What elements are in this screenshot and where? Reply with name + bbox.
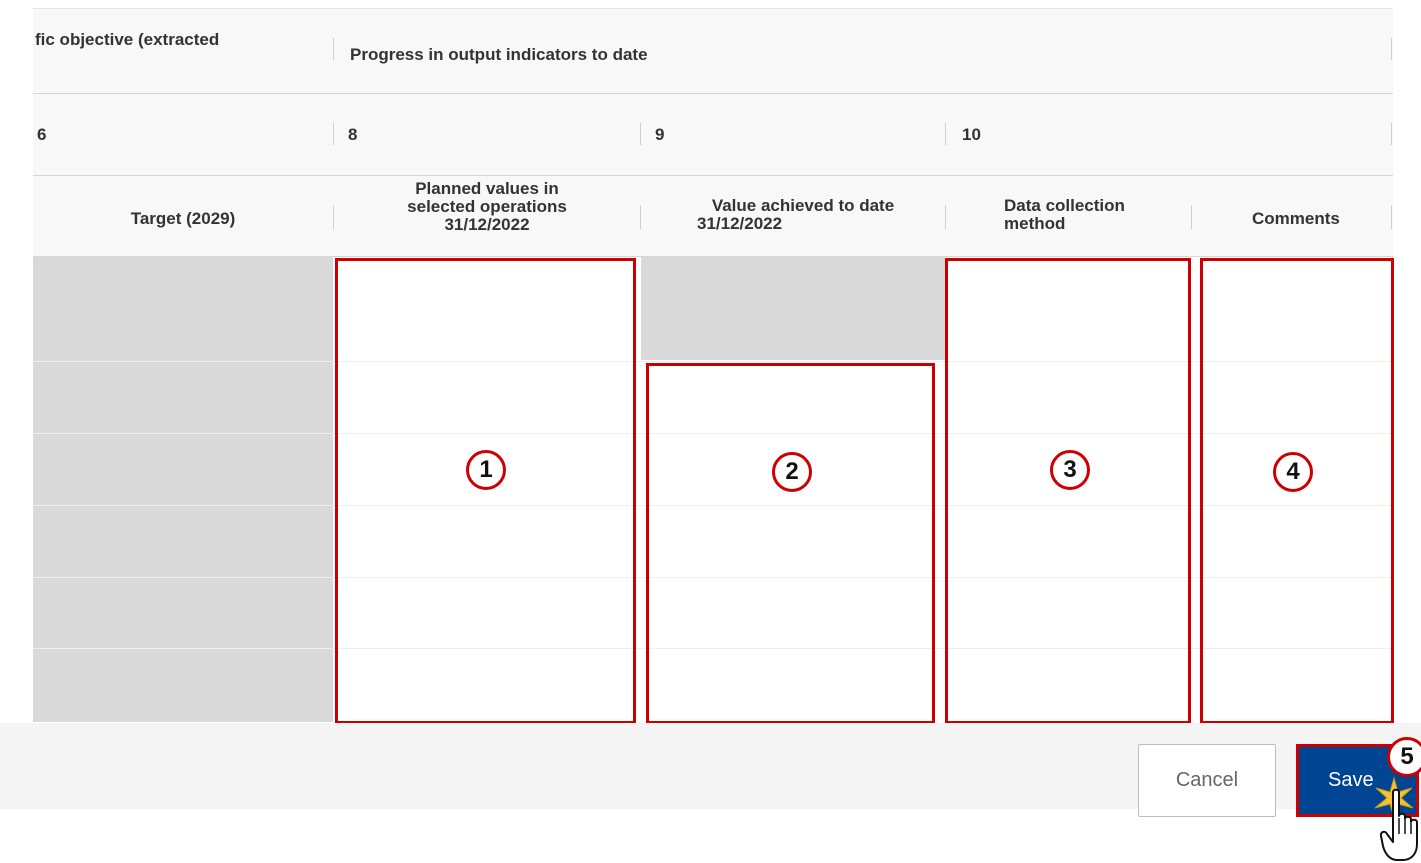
column-separator xyxy=(333,123,334,145)
column-separator xyxy=(945,205,946,229)
column-number: 6 xyxy=(37,125,47,144)
planned-values-input-area[interactable] xyxy=(335,258,636,724)
column-number: 10 xyxy=(962,125,981,144)
callout-badge-2: 2 xyxy=(772,452,812,492)
column-number: 9 xyxy=(655,125,665,144)
column-header-label: selected operations xyxy=(407,197,567,216)
header-divider xyxy=(33,93,1393,94)
column-number: 8 xyxy=(348,125,358,144)
callout-badge-5: 5 xyxy=(1387,737,1421,777)
column-header-achieved: Value achieved to date 31/12/2022 xyxy=(641,197,945,233)
hand-pointer-icon xyxy=(1379,788,1418,861)
achieved-cell-disabled xyxy=(641,257,945,360)
column-header-target: Target (2029) xyxy=(33,209,333,229)
target-cell-disabled xyxy=(33,257,333,722)
column-header-label: 31/12/2022 xyxy=(697,214,783,233)
header-progress-group: Progress in output indicators to date xyxy=(350,45,648,64)
column-separator xyxy=(1191,205,1192,229)
value-achieved-input-area[interactable] xyxy=(646,363,935,724)
column-separator xyxy=(1391,38,1392,60)
column-header-label: Target (2029) xyxy=(130,209,236,228)
column-header-label: Planned values in xyxy=(415,179,559,198)
header-divider xyxy=(33,175,1393,176)
column-separator xyxy=(640,123,641,145)
callout-badge-1: 1 xyxy=(466,450,506,490)
column-separator xyxy=(1391,123,1392,145)
header-divider xyxy=(33,8,1393,9)
cancel-button[interactable]: Cancel xyxy=(1138,744,1276,817)
column-header-planned: Planned values in selected operations 31… xyxy=(334,180,640,234)
callout-badge-3: 3 xyxy=(1050,450,1090,490)
callout-badge-4: 4 xyxy=(1273,452,1313,492)
column-header-label: method xyxy=(1004,214,1066,233)
column-header-label: Data collection xyxy=(1004,196,1125,215)
column-header-label: Value achieved to date xyxy=(711,196,895,215)
column-header-comments: Comments xyxy=(1252,209,1340,228)
column-separator xyxy=(945,123,946,145)
column-separator xyxy=(333,38,334,60)
data-collection-method-input-area[interactable] xyxy=(945,258,1191,724)
header-specific-objective: fic objective (extracted xyxy=(35,30,220,49)
column-header-method: Data collection method xyxy=(1004,197,1125,233)
column-header-label: 31/12/2022 xyxy=(444,215,530,234)
column-separator xyxy=(1391,205,1392,229)
